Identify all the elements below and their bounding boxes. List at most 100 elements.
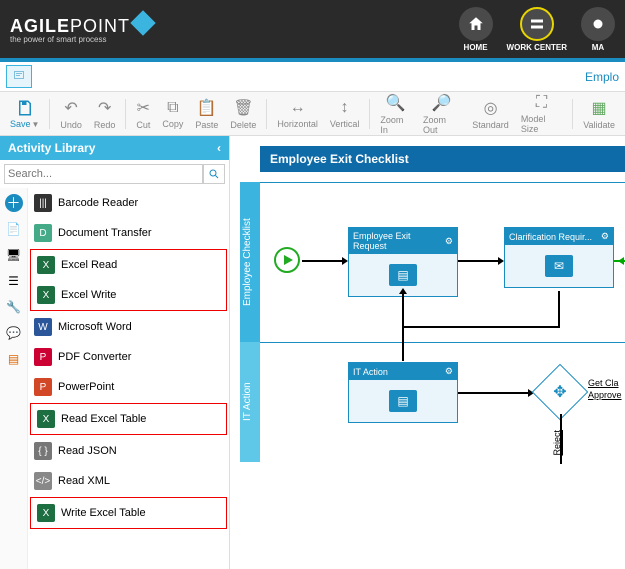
edge bbox=[560, 414, 562, 464]
activity-excel-write[interactable]: XExcel Write bbox=[31, 280, 226, 310]
activity-excel-read[interactable]: XExcel Read bbox=[31, 250, 226, 280]
rail-item-1[interactable]: 📄 bbox=[5, 220, 23, 238]
paste-icon: 📋 bbox=[197, 98, 217, 118]
excel-icon: X bbox=[37, 256, 55, 274]
standard-button[interactable]: ◎Standard bbox=[466, 96, 515, 132]
vertical-button[interactable]: ↕Vertical bbox=[324, 97, 366, 131]
logo-mark-icon bbox=[130, 10, 155, 35]
activity-barcode-reader[interactable]: |||Barcode Reader bbox=[28, 188, 229, 218]
toolbar-divider bbox=[266, 99, 267, 129]
gear-icon[interactable]: ⚙ bbox=[601, 231, 609, 242]
nav-workcenter[interactable]: WORK CENTER bbox=[507, 7, 567, 52]
rail-item-2[interactable]: 🖥 bbox=[5, 246, 23, 264]
lane-it-action[interactable]: IT Action bbox=[240, 342, 260, 462]
collapse-icon[interactable]: ‹ bbox=[217, 141, 221, 155]
canvas-inner: Employee Checklist IT Action Employee Ex… bbox=[230, 172, 625, 569]
document-icon: D bbox=[34, 224, 52, 242]
add-category-button[interactable]: ＋ bbox=[5, 194, 23, 212]
activity-read-json[interactable]: { }Read JSON bbox=[28, 436, 229, 466]
pdf-icon: P bbox=[34, 348, 52, 366]
lane-employee-checklist[interactable]: Employee Checklist bbox=[240, 182, 260, 342]
cut-button[interactable]: ✂Cut bbox=[130, 96, 156, 132]
node-it-action[interactable]: IT Action⚙ ▤ bbox=[348, 362, 458, 423]
delete-button[interactable]: 🗑Delete bbox=[224, 96, 262, 132]
more-icon bbox=[581, 7, 615, 41]
highlight-group-3: XWrite Excel Table bbox=[30, 497, 227, 529]
zoomout-icon: 🔎 bbox=[432, 93, 452, 113]
node-clarification-required[interactable]: Clarification Requir...⚙ ✉ bbox=[504, 227, 614, 288]
toolbar-divider bbox=[49, 99, 50, 129]
highlight-group-1: XExcel Read XExcel Write bbox=[30, 249, 227, 311]
toolbar-divider bbox=[369, 99, 370, 129]
activity-library-panel: Activity Library ‹ ＋ 📄 🖥 ☰ 🔧 💬 ▤ |||Barc… bbox=[0, 136, 230, 569]
undo-icon: ↶ bbox=[64, 98, 77, 118]
copy-button[interactable]: ⧉Copy bbox=[156, 97, 189, 131]
form-icon: ▤ bbox=[389, 264, 417, 286]
paste-button[interactable]: 📋Paste bbox=[189, 96, 224, 132]
gear-icon[interactable]: ⚙ bbox=[445, 366, 453, 377]
subheader: Emplo bbox=[0, 62, 625, 92]
subheader-right-text: Emplo bbox=[585, 70, 619, 84]
form-icon: ▤ bbox=[389, 390, 417, 412]
validate-icon: ▦ bbox=[592, 98, 607, 118]
activity-read-excel-table[interactable]: XRead Excel Table bbox=[31, 404, 226, 434]
top-navigation: HOME WORK CENTER MA bbox=[459, 7, 615, 52]
node-body: ▤ bbox=[349, 380, 457, 422]
arrow-icon bbox=[399, 288, 407, 294]
barcode-icon: ||| bbox=[34, 194, 52, 212]
search-input[interactable] bbox=[4, 164, 203, 184]
topbar: AGILEPOINT the power of smart process HO… bbox=[0, 0, 625, 58]
activity-powerpoint[interactable]: PPowerPoint bbox=[28, 372, 229, 402]
gear-icon[interactable]: ⚙ bbox=[445, 236, 453, 247]
breadcrumb-tab[interactable] bbox=[6, 65, 32, 88]
nav-more-label: MA bbox=[592, 43, 604, 52]
logo-text: AGILEPOINT bbox=[10, 16, 130, 37]
validate-button[interactable]: ▦Validate bbox=[577, 96, 621, 132]
vertical-icon: ↕ bbox=[341, 99, 349, 117]
logo: AGILEPOINT the power of smart process bbox=[10, 14, 152, 44]
copy-icon: ⧉ bbox=[167, 99, 178, 117]
rail-item-4[interactable]: 🔧 bbox=[5, 298, 23, 316]
search-button[interactable] bbox=[203, 164, 225, 184]
workspace: Activity Library ‹ ＋ 📄 🖥 ☰ 🔧 💬 ▤ |||Barc… bbox=[0, 136, 625, 569]
redo-button[interactable]: ↷Redo bbox=[88, 96, 122, 132]
workcenter-icon bbox=[520, 7, 554, 41]
rail-item-5[interactable]: 💬 bbox=[5, 324, 23, 342]
nav-workcenter-label: WORK CENTER bbox=[507, 43, 567, 52]
rail-item-3[interactable]: ☰ bbox=[5, 272, 23, 290]
start-event[interactable] bbox=[274, 247, 300, 273]
node-employee-exit-request[interactable]: Employee Exit Request⚙ ▤ bbox=[348, 227, 458, 297]
nav-home[interactable]: HOME bbox=[459, 7, 493, 52]
excel-icon: X bbox=[37, 286, 55, 304]
rail-item-6[interactable]: ▤ bbox=[5, 350, 23, 368]
word-icon: W bbox=[34, 318, 52, 336]
nav-more[interactable]: MA bbox=[581, 7, 615, 52]
panel-header: Activity Library ‹ bbox=[0, 136, 229, 160]
edge bbox=[614, 260, 625, 262]
node-header: IT Action⚙ bbox=[349, 363, 457, 380]
process-canvas[interactable]: Employee Exit Checklist Employee Checkli… bbox=[230, 136, 625, 569]
activity-read-xml[interactable]: </>Read XML bbox=[28, 466, 229, 496]
save-button[interactable]: Save▼ bbox=[4, 97, 45, 131]
gateway-move-icon: ✥ bbox=[541, 373, 579, 411]
horizontal-icon: ↔ bbox=[290, 99, 306, 117]
activity-write-excel-table[interactable]: XWrite Excel Table bbox=[31, 498, 226, 528]
activity-microsoft-word[interactable]: WMicrosoft Word bbox=[28, 312, 229, 342]
search-icon bbox=[208, 168, 220, 180]
activity-document-transfer[interactable]: DDocument Transfer bbox=[28, 218, 229, 248]
node-header: Clarification Requir...⚙ bbox=[505, 228, 613, 245]
zoomout-button[interactable]: 🔎Zoom Out bbox=[417, 91, 466, 137]
cut-icon: ✂ bbox=[137, 98, 150, 118]
zoomin-button[interactable]: 🔍Zoom In bbox=[374, 91, 417, 137]
nav-home-label: HOME bbox=[464, 43, 488, 52]
zoomin-icon: 🔍 bbox=[386, 93, 406, 113]
activity-pdf-converter[interactable]: PPDF Converter bbox=[28, 342, 229, 372]
powerpoint-icon: P bbox=[34, 378, 52, 396]
gateway[interactable]: ✥ bbox=[532, 364, 589, 421]
modelsize-button[interactable]: ⛶Model Size bbox=[515, 92, 568, 136]
delete-icon: 🗑 bbox=[233, 98, 253, 118]
toolbar-divider bbox=[125, 99, 126, 129]
horizontal-button[interactable]: ↔Horizontal bbox=[271, 97, 324, 131]
undo-button[interactable]: ↶Undo bbox=[54, 96, 88, 132]
category-rail: ＋ 📄 🖥 ☰ 🔧 💬 ▤ bbox=[0, 188, 28, 569]
